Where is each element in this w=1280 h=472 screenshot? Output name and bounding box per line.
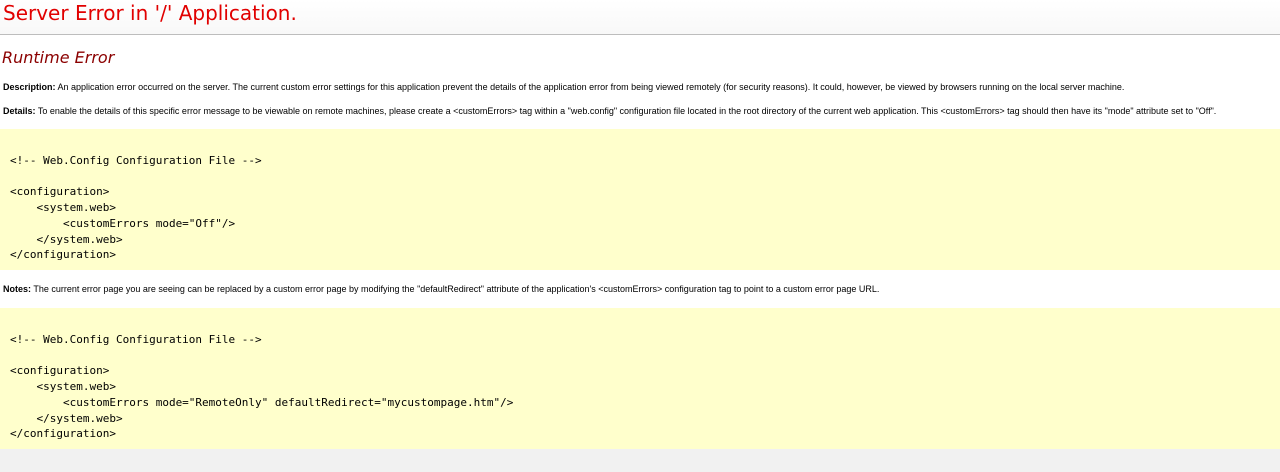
description-paragraph: Description: An application error occurr… [3, 81, 1277, 93]
runtime-error-heading: Runtime Error [2, 48, 115, 67]
page-footer-band [0, 449, 1280, 472]
description-label: Description: [3, 82, 56, 92]
notes-text: The current error page you are seeing ca… [31, 284, 880, 294]
details-paragraph: Details: To enable the details of this s… [3, 105, 1277, 117]
web-config-code-off: <!-- Web.Config Configuration File --> <… [10, 154, 262, 262]
server-error-page: Server Error in '/' Application. Runtime… [0, 0, 1280, 472]
notes-paragraph: Notes: The current error page you are se… [3, 283, 1277, 295]
details-label: Details: [3, 106, 36, 116]
description-text: An application error occurred on the ser… [55, 82, 1125, 92]
web-config-code-remote-only: <!-- Web.Config Configuration File --> <… [10, 333, 514, 441]
web-config-code-block-off: <!-- Web.Config Configuration File --> <… [0, 129, 1280, 270]
web-config-code-block-remote-only: <!-- Web.Config Configuration File --> <… [0, 308, 1280, 449]
notes-label: Notes: [3, 284, 32, 294]
details-text: To enable the details of this specific e… [35, 106, 1217, 116]
page-title: Server Error in '/' Application. [3, 1, 297, 25]
title-bar: Server Error in '/' Application. [0, 0, 1280, 35]
